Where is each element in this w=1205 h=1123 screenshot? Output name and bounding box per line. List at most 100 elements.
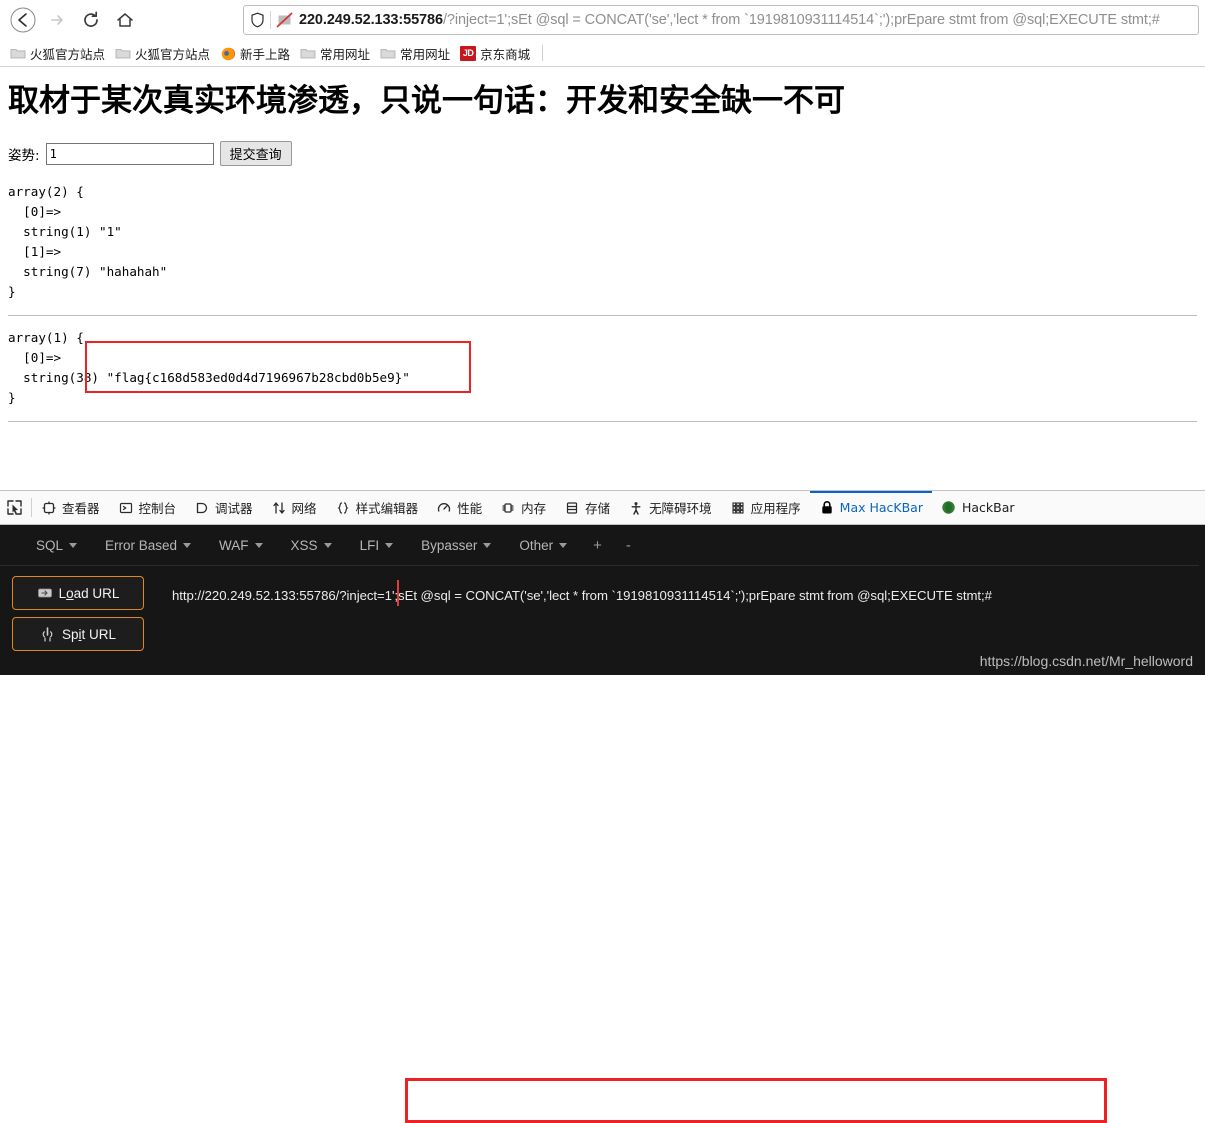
devtools-tab-hackbar[interactable]: HackBar bbox=[932, 491, 1024, 524]
application-icon bbox=[730, 500, 746, 516]
inject-input[interactable] bbox=[45, 142, 214, 165]
hackbar-menu-waf[interactable]: WAF bbox=[205, 538, 277, 553]
hackbar-buttons: Load URL Spit URL bbox=[0, 576, 166, 658]
hackbar-icon bbox=[941, 500, 957, 516]
shield-icon[interactable] bbox=[244, 12, 270, 28]
folder-icon bbox=[380, 46, 396, 60]
hackbar-menu-label: Other bbox=[519, 537, 554, 553]
hackbar-menu-lfi[interactable]: LFI bbox=[346, 538, 408, 553]
devtools-tab-memory[interactable]: 内存 bbox=[491, 491, 555, 524]
bookmark-label: 火狐官方站点 bbox=[30, 47, 106, 62]
devtools-tab-storage[interactable]: 存储 bbox=[555, 491, 619, 524]
hackbar-url-input[interactable]: http://220.249.52.133:55786/?inject=1';s… bbox=[166, 576, 1195, 603]
inject-form-label: 姿势: bbox=[8, 147, 40, 164]
devtools-tab-debugger[interactable]: 调试器 bbox=[185, 491, 262, 524]
devtools-tab-console[interactable]: 控制台 bbox=[109, 491, 186, 524]
chevron-down-icon bbox=[483, 542, 492, 548]
bookmark-label: 火狐官方站点 bbox=[135, 47, 211, 62]
bookmark-item[interactable]: 火狐官方站点 bbox=[111, 43, 216, 64]
submit-query-button[interactable]: 提交查询 bbox=[219, 141, 292, 167]
devtools-tab-label: HackBar bbox=[961, 500, 1015, 515]
bookmarks-toolbar: 火狐官方站点 火狐官方站点 新手上路 常用网址 常用网址 JD 京东商城 bbox=[0, 40, 1205, 67]
devtools-tab-label: 无障碍环境 bbox=[649, 501, 712, 516]
var-dump-second-wrapper: array(1) { [0]=> string(38) "flag{c168d5… bbox=[8, 328, 1197, 408]
url-bar[interactable]: 220.249.52.133:55786/?inject=1';sEt @sql… bbox=[243, 5, 1199, 35]
blocked-canvas-icon[interactable] bbox=[271, 12, 297, 29]
bookmark-item[interactable]: 常用网址 bbox=[296, 43, 376, 64]
chevron-down-icon bbox=[323, 542, 332, 548]
devtools-tab-label: 控制台 bbox=[138, 501, 177, 516]
url-text[interactable]: 220.249.52.133:55786/?inject=1';sEt @sql… bbox=[297, 12, 1198, 28]
hackbar-menu-other[interactable]: Other bbox=[505, 538, 581, 553]
bookmark-label: 常用网址 bbox=[400, 47, 451, 62]
hackbar-menu-error-based[interactable]: Error Based bbox=[91, 538, 205, 553]
home-button[interactable] bbox=[108, 3, 142, 37]
devtools-tab-application[interactable]: 应用程序 bbox=[721, 491, 810, 524]
var-dump-first: array(2) { [0]=> string(1) "1" [1]=> str… bbox=[8, 184, 168, 299]
hackbar-body: Load URL Spit URL http://220.249.52.133:… bbox=[0, 566, 1205, 658]
devtools-tab-label: 调试器 bbox=[215, 501, 253, 516]
bookmark-label: 京东商城 bbox=[480, 47, 531, 62]
bookmarks-divider bbox=[542, 45, 544, 61]
performance-icon bbox=[436, 500, 452, 516]
devtools-tab-accessibility[interactable]: 无障碍环境 bbox=[619, 491, 721, 524]
bookmark-item[interactable]: 常用网址 bbox=[376, 43, 456, 64]
hackbar-remove-tab-button[interactable]: - bbox=[614, 537, 643, 554]
chevron-down-icon bbox=[559, 542, 568, 548]
hackbar-menu-xss[interactable]: XSS bbox=[277, 538, 346, 553]
devtools-tab-inspector[interactable]: 查看器 bbox=[32, 491, 109, 524]
bookmark-item[interactable]: JD 京东商城 bbox=[456, 43, 536, 64]
hackbar-menu-label: Bypasser bbox=[421, 537, 478, 553]
devtools-tab-network[interactable]: 网络 bbox=[262, 491, 326, 524]
devtools-tab-style-editor[interactable]: 样式编辑器 bbox=[326, 491, 428, 524]
memory-icon bbox=[500, 500, 516, 516]
hackbar-panel: SQL Error Based WAF XSS LFI Bypasser Oth… bbox=[0, 525, 1205, 675]
hackbar-scrollbar[interactable] bbox=[1199, 525, 1205, 675]
hackbar-url-highlight-box bbox=[405, 1078, 1107, 1123]
console-icon bbox=[118, 500, 134, 516]
browser-chrome: 220.249.52.133:55786/?inject=1';sEt @sql… bbox=[0, 0, 1205, 67]
element-picker-icon[interactable] bbox=[0, 491, 31, 524]
hackbar-menu-label: Error Based bbox=[105, 537, 178, 553]
bookmark-item[interactable]: 新手上路 bbox=[216, 43, 296, 64]
forward-button[interactable] bbox=[40, 3, 74, 37]
reload-button[interactable] bbox=[74, 3, 108, 37]
devtools-tab-max-hackbar[interactable]: Max HacKBar bbox=[809, 491, 933, 524]
devtools-tab-label: 应用程序 bbox=[750, 501, 801, 516]
debugger-icon bbox=[194, 500, 210, 516]
load-url-button[interactable]: Load URL bbox=[12, 576, 144, 610]
load-url-icon bbox=[37, 585, 53, 601]
navigation-toolbar: 220.249.52.133:55786/?inject=1';sEt @sql… bbox=[0, 0, 1205, 40]
split-url-label: Spit URL bbox=[61, 626, 117, 642]
hackbar-menu-sql[interactable]: SQL bbox=[22, 538, 91, 553]
split-url-button[interactable]: Spit URL bbox=[12, 617, 144, 651]
hackbar-menu-label: XSS bbox=[290, 537, 318, 553]
text-cursor bbox=[397, 580, 399, 606]
chevron-down-icon bbox=[183, 542, 192, 548]
url-path: /?inject=1';sEt @sql = CONCAT('se','lect… bbox=[442, 12, 1160, 28]
devtools-panel: 查看器 控制台 调试器 网络 样式编辑器 性能 内存 存储 无障碍环境 应用程序… bbox=[0, 490, 1205, 1123]
load-url-label: Load URL bbox=[58, 585, 120, 601]
chevron-down-icon bbox=[254, 542, 263, 548]
folder-icon bbox=[10, 46, 26, 60]
bookmark-item[interactable]: 火狐官方站点 bbox=[6, 43, 111, 64]
devtools-tabbar: 查看器 控制台 调试器 网络 样式编辑器 性能 内存 存储 无障碍环境 应用程序… bbox=[0, 490, 1205, 525]
chevron-down-icon bbox=[385, 542, 394, 548]
lock-icon bbox=[819, 500, 835, 516]
divider-2 bbox=[8, 420, 1197, 422]
bookmark-label: 新手上路 bbox=[240, 47, 291, 62]
hackbar-menu-label: SQL bbox=[36, 537, 64, 553]
devtools-tab-label: 样式编辑器 bbox=[355, 501, 419, 516]
inspector-icon bbox=[41, 500, 57, 516]
hackbar-url-area: http://220.249.52.133:55786/?inject=1';s… bbox=[166, 576, 1205, 658]
hackbar-menu-bypasser[interactable]: Bypasser bbox=[407, 538, 505, 553]
chevron-down-icon bbox=[69, 542, 78, 548]
style-editor-icon bbox=[335, 500, 351, 516]
inject-form: 姿势: 提交查询 bbox=[8, 141, 1197, 167]
folder-icon bbox=[115, 46, 131, 60]
hackbar-add-tab-button[interactable]: + bbox=[581, 537, 614, 554]
back-button[interactable] bbox=[6, 3, 40, 37]
firefox-icon bbox=[220, 46, 236, 61]
storage-icon bbox=[564, 500, 580, 516]
devtools-tab-performance[interactable]: 性能 bbox=[427, 491, 491, 524]
